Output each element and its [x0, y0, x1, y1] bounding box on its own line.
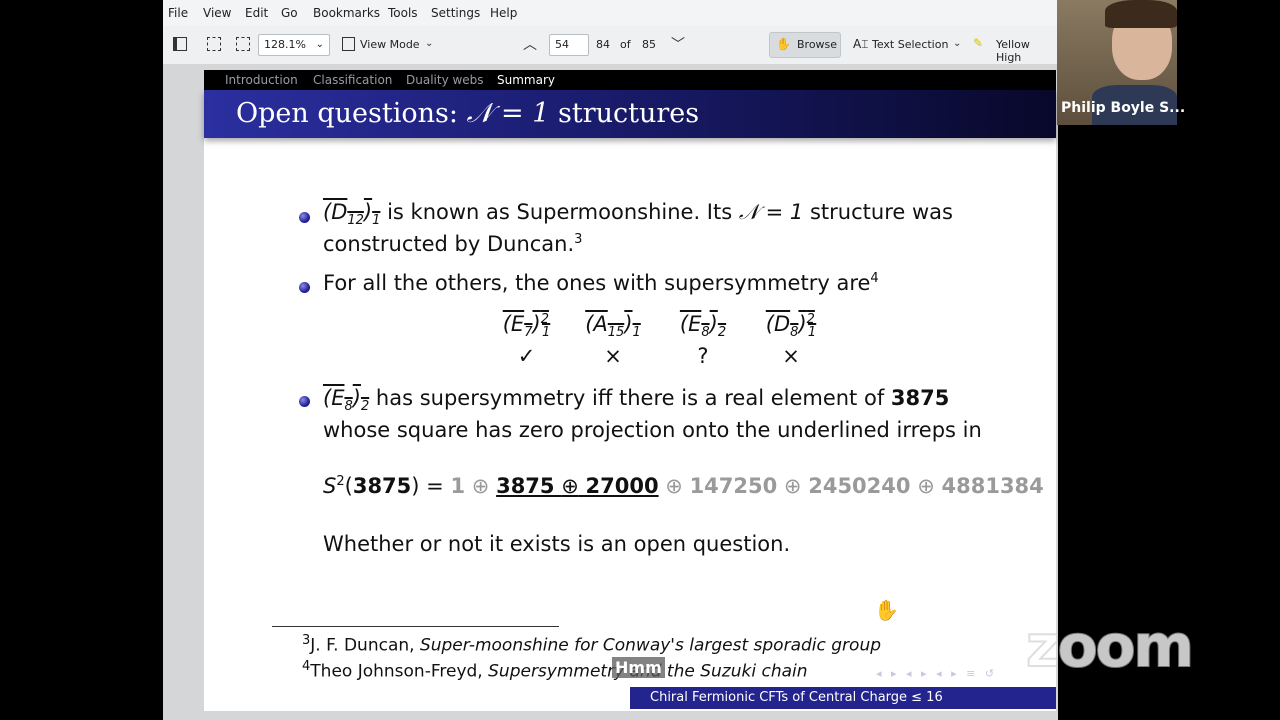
participant-hair: [1105, 0, 1177, 28]
toolbar: 128.1% ⌄ View Mode ⌄ ︿ 54 84 of 85 ﹀ ✋ B…: [163, 26, 1058, 65]
title-suffix: structures: [558, 98, 700, 129]
term-27000: 27000: [585, 474, 659, 498]
page-total: 85: [642, 38, 656, 51]
menu-settings[interactable]: Settings: [431, 6, 480, 20]
menu-bookmarks[interactable]: Bookmarks: [313, 6, 380, 20]
nav-classification[interactable]: Classification: [313, 73, 392, 87]
b1-n: 𝒩 = 1: [738, 200, 804, 224]
zoom-logo: zoom: [1025, 611, 1195, 681]
bullet-icon: [299, 282, 310, 293]
title-math: 𝒩 = 1: [466, 98, 550, 129]
slide-title-bar: Open questions: 𝒩 = 1 structures: [204, 90, 1056, 138]
participant-name: Philip Boyle S...: [1061, 100, 1186, 116]
closing-sentence: Whether or not it exists is an open ques…: [323, 532, 791, 556]
footnote-3: 3J. F. Duncan, Super-moonshine for Conwa…: [302, 633, 882, 656]
lattice-e8: (E8)2: [679, 312, 727, 341]
b1-text2: structure was: [809, 200, 953, 224]
page-current: 54: [555, 38, 569, 51]
bullet-icon: [299, 396, 310, 407]
mark-d8: ×: [782, 344, 800, 368]
supermoonshine-lattice: (D12)1: [323, 200, 381, 229]
nav-duality-webs[interactable]: Duality webs: [406, 73, 484, 87]
bullet-3-line-2: whose square has zero projection onto th…: [323, 418, 982, 442]
bullet-1-line-2: constructed by Duncan.3: [323, 232, 583, 256]
reaction-caption: Hmm: [612, 657, 665, 678]
mark-a15: ×: [604, 344, 622, 368]
decomposition-equation: S2(3875) = 1 ⊕ 3875 ⊕ 27000 ⊕ 147250 ⊕ 2…: [323, 474, 1044, 498]
footnote-ref-3: 3: [574, 232, 583, 247]
page-label: 84: [596, 38, 610, 51]
fit-page-icon[interactable]: [236, 37, 250, 51]
page-of: of: [620, 38, 631, 51]
highlighter-icon: ✎: [973, 36, 984, 50]
bullet-icon: [299, 212, 310, 223]
bullet-1-line-1: (D12)1 is known as Supermoonshine. Its 𝒩…: [323, 200, 953, 228]
term-1: 1: [450, 474, 466, 498]
menu-bar: File View Edit Go Bookmarks Tools Settin…: [163, 0, 1058, 26]
footnote-ref-4: 4: [870, 271, 879, 286]
hand-icon: ✋: [776, 37, 791, 51]
menu-file[interactable]: File: [168, 6, 188, 20]
chevron-down-icon[interactable]: ⌄: [425, 38, 433, 49]
term-147250: 147250: [689, 474, 778, 498]
lattice-e7: (E7)21: [502, 312, 551, 341]
b1-text1: is known as Supermoonshine. Its: [387, 200, 733, 224]
page-number-input[interactable]: 54: [549, 34, 589, 56]
next-page-icon[interactable]: ﹀: [671, 34, 685, 54]
menu-go[interactable]: Go: [281, 6, 298, 20]
menu-edit[interactable]: Edit: [245, 6, 268, 20]
chevron-down-icon[interactable]: ⌄: [953, 38, 961, 49]
menu-view[interactable]: View: [203, 6, 231, 20]
slide-footline: Chiral Fermionic CFTs of Central Charge …: [630, 687, 1056, 709]
sidebar-toggle-icon[interactable]: [173, 37, 187, 51]
lattice-a15: (A15)1: [585, 312, 641, 341]
mark-e8: ?: [697, 344, 709, 368]
beamer-navigation-symbols-icon[interactable]: ◂ ▸ ◂ ▸ ◂ ▸ ≡ ↺: [876, 667, 997, 680]
chevron-down-icon: ⌄: [315, 39, 324, 50]
nav-summary[interactable]: Summary: [497, 73, 555, 87]
previous-page-icon[interactable]: ︿: [523, 34, 537, 54]
view-mode-button[interactable]: View Mode: [360, 38, 420, 51]
browse-button[interactable]: ✋ Browse: [769, 32, 841, 58]
text-selection-button[interactable]: Text Selection: [872, 38, 948, 51]
menu-tools[interactable]: Tools: [388, 6, 418, 20]
term-4881384: 4881384: [941, 474, 1044, 498]
footline-text: Chiral Fermionic CFTs of Central Charge …: [650, 690, 943, 705]
hand-cursor-icon: ✋: [874, 598, 899, 622]
bullet-2-line-1: For all the others, the ones with supers…: [323, 271, 879, 295]
term-3875: 3875: [496, 474, 555, 498]
view-mode-icon: [342, 37, 355, 51]
fit-width-icon[interactable]: [207, 37, 221, 51]
menu-help[interactable]: Help: [490, 6, 517, 20]
beamer-nav-bar: Introduction Classification Duality webs…: [204, 70, 1056, 90]
slide-page: Introduction Classification Duality webs…: [204, 70, 1056, 711]
bullet-3-line-1: (E8)2 has supersymmetry iff there is a r…: [323, 386, 950, 415]
title-prefix: Open questions:: [236, 98, 458, 129]
term-2450240: 2450240: [808, 474, 911, 498]
footnote-4: 4Theo Johnson-Freyd, Supersymmetry and t…: [302, 659, 808, 682]
browse-label: Browse: [797, 38, 838, 51]
zoom-value: 128.1%: [264, 38, 306, 51]
footnote-rule: [272, 626, 559, 627]
text-cursor-icon: A⌶: [853, 37, 869, 51]
highlighter-button[interactable]: Yellow High: [996, 38, 1058, 64]
mark-e7: ✓: [517, 344, 536, 368]
nav-introduction[interactable]: Introduction: [225, 73, 298, 87]
lattice-d8: (D8)21: [765, 312, 817, 341]
slide-title: Open questions: 𝒩 = 1 structures: [236, 98, 699, 130]
zoom-select[interactable]: 128.1% ⌄: [258, 34, 330, 56]
